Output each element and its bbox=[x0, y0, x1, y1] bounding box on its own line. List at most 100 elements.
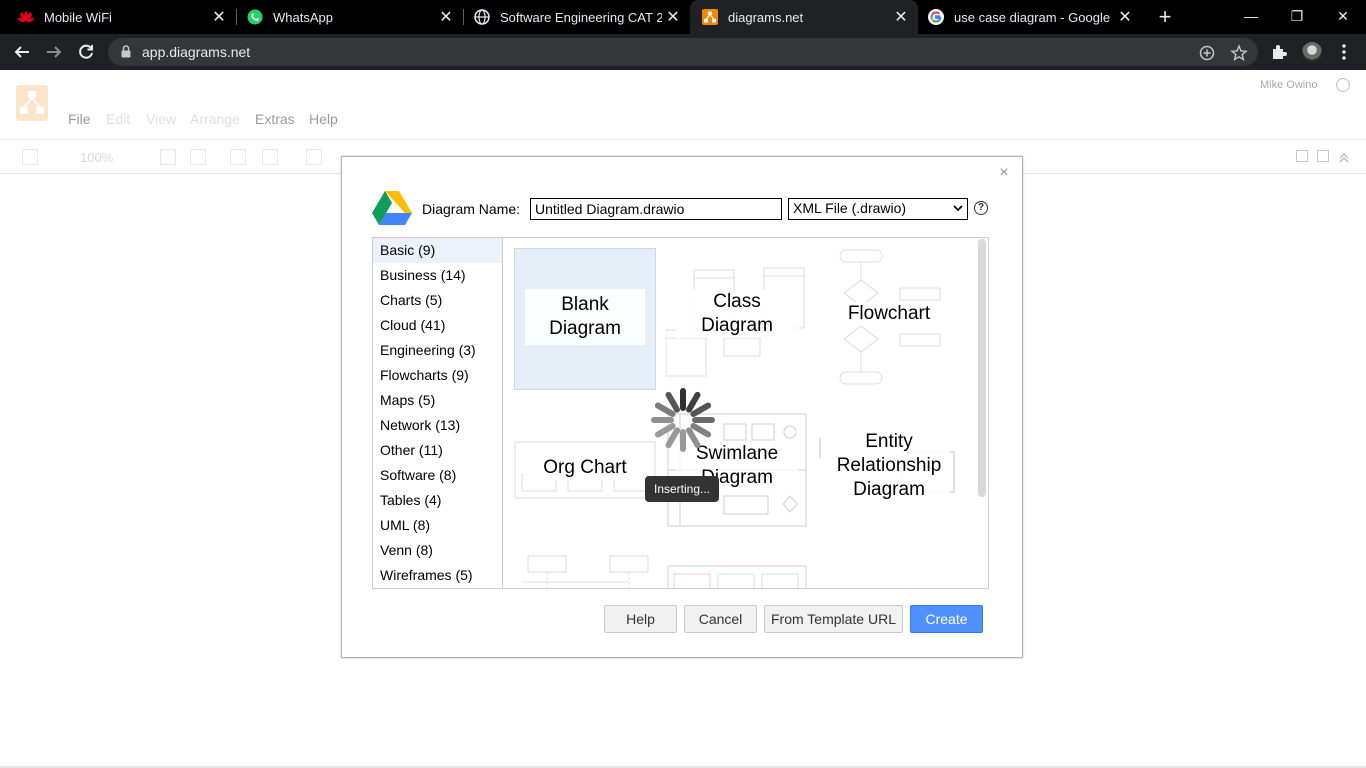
zoom-in-icon[interactable] bbox=[160, 149, 176, 165]
zoom-out-icon[interactable] bbox=[190, 149, 206, 165]
category-item[interactable]: Business (14) bbox=[373, 263, 503, 288]
template-thumbnail bbox=[667, 565, 807, 588]
browser-toolbar: app.diagrams.net bbox=[0, 34, 1366, 70]
huawei-icon bbox=[17, 9, 35, 25]
category-item[interactable]: Venn (8) bbox=[373, 538, 503, 563]
redo-icon[interactable] bbox=[262, 149, 278, 165]
category-item[interactable]: Flowcharts (9) bbox=[373, 363, 503, 388]
menu-help[interactable]: Help bbox=[309, 111, 338, 127]
window-close-button[interactable]: ✕ bbox=[1320, 0, 1366, 34]
spinner-spoke bbox=[686, 391, 701, 413]
tab-mobile-wifi[interactable]: Mobile WiFi ✕ bbox=[0, 0, 236, 34]
category-item[interactable]: Maps (5) bbox=[373, 388, 503, 413]
back-icon[interactable] bbox=[9, 39, 35, 65]
format-panel-icon[interactable] bbox=[22, 149, 38, 165]
address-bar[interactable]: app.diagrams.net bbox=[108, 38, 1258, 66]
undo-icon[interactable] bbox=[230, 149, 246, 165]
template-label-line: Blank bbox=[561, 294, 609, 315]
category-list: Basic (9) Business (14) Charts (5) Cloud (4… bbox=[372, 237, 503, 589]
template-label-line: Class bbox=[713, 291, 761, 312]
delete-icon[interactable] bbox=[306, 149, 322, 165]
tab-close-icon[interactable]: ✕ bbox=[1114, 7, 1136, 27]
lock-icon[interactable] bbox=[121, 45, 131, 58]
category-item[interactable]: UML (8) bbox=[373, 513, 503, 538]
inserting-status: Inserting... bbox=[645, 476, 719, 502]
tab-close-icon[interactable]: ✕ bbox=[890, 7, 912, 27]
forward-icon[interactable] bbox=[41, 39, 67, 65]
add-icon[interactable] bbox=[1198, 44, 1216, 62]
template-sequence-partial[interactable] bbox=[514, 552, 656, 588]
extensions-icon[interactable] bbox=[1269, 42, 1289, 62]
diagram-name-input[interactable] bbox=[530, 198, 782, 220]
spinner-spoke bbox=[686, 427, 701, 449]
whatsapp-icon bbox=[247, 9, 263, 25]
tab-close-icon[interactable]: ✕ bbox=[662, 7, 684, 27]
menu-view[interactable]: View bbox=[146, 111, 176, 127]
reload-icon[interactable] bbox=[73, 39, 99, 65]
tab-close-icon[interactable]: ✕ bbox=[208, 7, 230, 27]
google-icon bbox=[928, 9, 944, 25]
template-class-diagram[interactable]: Class Diagram bbox=[666, 248, 808, 390]
help-icon[interactable]: ? bbox=[974, 201, 988, 215]
star-icon[interactable] bbox=[1230, 44, 1248, 62]
spinner-spoke bbox=[665, 391, 680, 413]
file-format-value: XML File (.drawio) bbox=[793, 200, 907, 216]
category-item[interactable]: Engineering (3) bbox=[373, 338, 503, 363]
template-label-line: Org Chart bbox=[543, 457, 627, 478]
tab-title: Mobile WiFi bbox=[44, 9, 112, 25]
tab-software-engineering[interactable]: Software Engineering CAT 2-Ta ✕ bbox=[456, 0, 690, 34]
from-template-url-button[interactable]: From Template URL bbox=[764, 605, 903, 633]
template-label-line: Relationship bbox=[836, 455, 942, 476]
restore-button[interactable]: ❐ bbox=[1274, 0, 1320, 34]
file-format-select[interactable]: XML File (.drawio) bbox=[788, 198, 968, 220]
template-grid: Blank Diagram Class Diagram Flowchart Or… bbox=[502, 237, 989, 589]
help-button[interactable]: Help bbox=[604, 605, 677, 633]
tab-title: Software Engineering CAT 2-Ta bbox=[500, 9, 662, 25]
template-label-line: Diagram bbox=[853, 479, 925, 500]
category-item[interactable]: Basic (9) bbox=[373, 238, 503, 263]
close-icon[interactable]: × bbox=[997, 165, 1011, 181]
menu-file[interactable]: File bbox=[68, 111, 91, 127]
zoom-level[interactable]: 100% bbox=[80, 150, 113, 165]
menu-edit[interactable]: Edit bbox=[106, 111, 130, 127]
tab-close-icon[interactable]: ✕ bbox=[435, 7, 457, 27]
spinner-spoke bbox=[654, 423, 676, 438]
menu-icon[interactable] bbox=[1334, 42, 1354, 62]
menu-extras[interactable]: Extras bbox=[255, 111, 295, 127]
category-item[interactable]: Wireframes (5) bbox=[373, 563, 503, 588]
tab-diagrams-net[interactable]: diagrams.net ✕ bbox=[690, 0, 918, 34]
category-item[interactable]: Other (11) bbox=[373, 438, 503, 463]
tab-whatsapp[interactable]: WhatsApp ✕ bbox=[229, 0, 463, 34]
category-item[interactable]: Software (8) bbox=[373, 463, 503, 488]
format-toggle-icon[interactable] bbox=[1317, 150, 1329, 162]
template-flowchart[interactable]: Flowchart bbox=[818, 248, 960, 390]
fullscreen-icon[interactable] bbox=[1296, 150, 1308, 162]
collapse-icon[interactable] bbox=[1338, 150, 1350, 163]
category-item[interactable]: Cloud (41) bbox=[373, 313, 503, 338]
minimize-button[interactable]: — bbox=[1228, 0, 1274, 34]
spinner-spoke bbox=[654, 402, 676, 417]
spinner-spoke bbox=[690, 423, 712, 438]
drawio-logo bbox=[16, 85, 48, 121]
category-item[interactable]: Network (13) bbox=[373, 413, 503, 438]
template-label-line: Diagram bbox=[701, 315, 773, 336]
cancel-button[interactable]: Cancel bbox=[684, 605, 757, 633]
language-icon[interactable] bbox=[1336, 78, 1350, 92]
template-partial[interactable] bbox=[666, 552, 808, 588]
category-item[interactable]: Charts (5) bbox=[373, 288, 503, 313]
template-label-line: Flowchart bbox=[847, 303, 931, 324]
tab-google-search[interactable]: use case diagram - Google Sea ✕ bbox=[918, 0, 1142, 34]
profile-avatar[interactable] bbox=[1302, 42, 1322, 62]
template-org-chart[interactable]: Org Chart bbox=[514, 400, 656, 542]
create-button[interactable]: Create bbox=[910, 605, 983, 633]
new-tab-button[interactable]: + bbox=[1152, 4, 1178, 30]
spinner-spoke bbox=[690, 402, 712, 417]
menu-arrange[interactable]: Arrange bbox=[190, 111, 240, 127]
template-scrollbar[interactable] bbox=[978, 239, 986, 497]
sequence-thumbnail bbox=[522, 555, 649, 588]
template-blank-diagram[interactable]: Blank Diagram bbox=[514, 248, 656, 390]
template-entity-relationship-diagram[interactable]: Entity Relationship Diagram bbox=[818, 400, 960, 542]
loading-spinner-icon bbox=[638, 375, 728, 465]
user-name[interactable]: Mike Owino bbox=[1260, 79, 1317, 91]
category-item[interactable]: Tables (4) bbox=[373, 488, 503, 513]
